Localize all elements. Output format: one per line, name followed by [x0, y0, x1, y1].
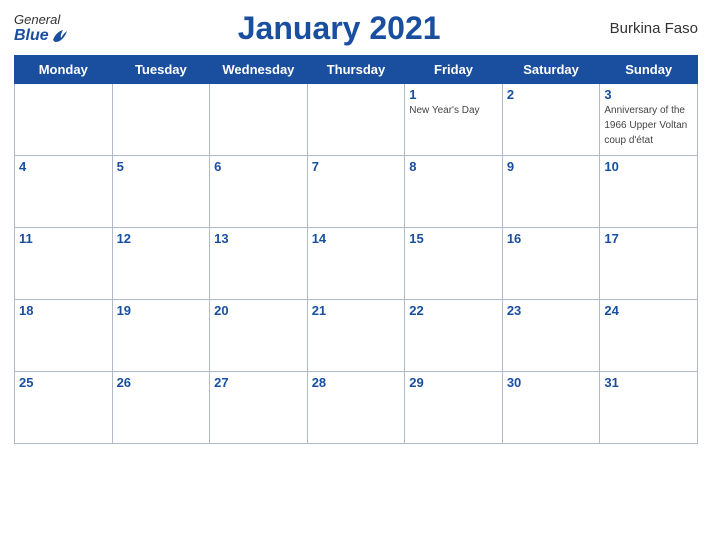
day-number: 30: [507, 375, 596, 390]
day-number: 10: [604, 159, 693, 174]
calendar-cell: [112, 84, 210, 156]
day-event: Anniversary of the 1966 Upper Voltan cou…: [604, 105, 687, 146]
day-number: 25: [19, 375, 108, 390]
day-number: 7: [312, 159, 401, 174]
day-number: 24: [604, 303, 693, 318]
calendar-cell: 3 Anniversary of the 1966 Upper Voltan co…: [600, 84, 698, 156]
logo-blue-text: Blue: [14, 27, 69, 45]
week-row-2: 456789 10: [15, 156, 698, 228]
day-number: 3: [604, 87, 693, 102]
calendar-cell: 13: [210, 228, 308, 300]
day-number: 15: [409, 231, 498, 246]
day-number: 4: [19, 159, 108, 174]
calendar-cell: 28: [307, 372, 405, 444]
calendar-wrapper: General Blue January 2021 Burkina Faso M…: [0, 0, 712, 550]
day-number: 29: [409, 375, 498, 390]
day-number: 2: [507, 87, 596, 102]
calendar-cell: 23: [502, 300, 600, 372]
calendar-cell: 15: [405, 228, 503, 300]
calendar-cell: 25: [15, 372, 113, 444]
day-number: 12: [117, 231, 206, 246]
calendar-cell: 21: [307, 300, 405, 372]
day-number: 22: [409, 303, 498, 318]
day-number: 14: [312, 231, 401, 246]
calendar-cell: 14: [307, 228, 405, 300]
day-event: New Year's Day: [409, 105, 479, 116]
calendar-cell: 27: [210, 372, 308, 444]
calendar-cell: 5: [112, 156, 210, 228]
calendar-cell: 1 New Year's Day: [405, 84, 503, 156]
logo-general-text: General: [14, 12, 60, 27]
calendar-cell: 30: [502, 372, 600, 444]
calendar-cell: [210, 84, 308, 156]
weekday-header-sunday: Sunday: [600, 56, 698, 84]
day-number: 28: [312, 375, 401, 390]
day-number: 21: [312, 303, 401, 318]
week-row-1: 1 New Year's Day 23 Anniversary of the 1966…: [15, 84, 698, 156]
day-number: 6: [214, 159, 303, 174]
day-number: 8: [409, 159, 498, 174]
calendar-country: Burkina Faso: [610, 20, 698, 37]
day-number: 9: [507, 159, 596, 174]
calendar-cell: 10: [600, 156, 698, 228]
calendar-cell: 12: [112, 228, 210, 300]
calendar-cell: 31: [600, 372, 698, 444]
day-number: 5: [117, 159, 206, 174]
day-number: 17: [604, 231, 693, 246]
calendar-cell: 16: [502, 228, 600, 300]
day-number: 18: [19, 303, 108, 318]
weekday-header-monday: Monday: [15, 56, 113, 84]
calendar-cell: 7: [307, 156, 405, 228]
logo-bird-icon: [51, 28, 69, 44]
calendar-cell: 4: [15, 156, 113, 228]
day-number: 11: [19, 231, 108, 246]
day-number: 27: [214, 375, 303, 390]
day-number: 20: [214, 303, 303, 318]
calendar-cell: 29: [405, 372, 503, 444]
week-row-5: 25 26 27 28 29 30 31: [15, 372, 698, 444]
calendar-cell: 18: [15, 300, 113, 372]
calendar-cell: [307, 84, 405, 156]
weekday-header-row: MondayTuesdayWednesdayThursdayFridaySatu…: [15, 56, 698, 84]
calendar-cell: 24: [600, 300, 698, 372]
weekday-header-tuesday: Tuesday: [112, 56, 210, 84]
calendar-cell: 11: [15, 228, 113, 300]
calendar-header: General Blue January 2021 Burkina Faso: [14, 10, 698, 47]
calendar-cell: 26: [112, 372, 210, 444]
calendar-cell: 9: [502, 156, 600, 228]
calendar-cell: 22: [405, 300, 503, 372]
calendar-cell: [15, 84, 113, 156]
calendar-title: January 2021: [238, 10, 441, 47]
day-number: 13: [214, 231, 303, 246]
weekday-header-thursday: Thursday: [307, 56, 405, 84]
day-number: 1: [409, 87, 498, 102]
calendar-cell: 19: [112, 300, 210, 372]
weekday-header-friday: Friday: [405, 56, 503, 84]
calendar-cell: 6: [210, 156, 308, 228]
calendar-cell: 20: [210, 300, 308, 372]
week-row-3: 11 12 13 14 15 16 17: [15, 228, 698, 300]
calendar-cell: 8: [405, 156, 503, 228]
weekday-header-saturday: Saturday: [502, 56, 600, 84]
week-row-4: 18 19 20 21 22 23 24: [15, 300, 698, 372]
day-number: 23: [507, 303, 596, 318]
day-number: 31: [604, 375, 693, 390]
logo: General Blue: [14, 12, 69, 45]
day-number: 19: [117, 303, 206, 318]
calendar-table: MondayTuesdayWednesdayThursdayFridaySatu…: [14, 55, 698, 444]
calendar-cell: 2: [502, 84, 600, 156]
calendar-cell: 17: [600, 228, 698, 300]
day-number: 26: [117, 375, 206, 390]
day-number: 16: [507, 231, 596, 246]
weekday-header-wednesday: Wednesday: [210, 56, 308, 84]
